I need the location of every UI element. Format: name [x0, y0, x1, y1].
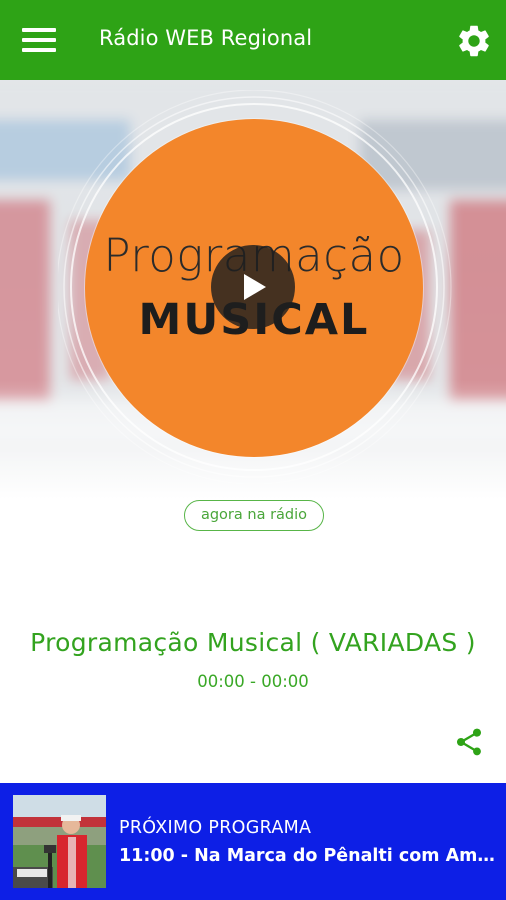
gear-icon[interactable]	[455, 22, 493, 60]
next-program-text: 11:00 - Na Marca do Pênalti com Amad...	[119, 846, 506, 866]
play-icon	[244, 274, 266, 300]
app-bar: Rádio WEB Regional	[0, 0, 506, 80]
play-button[interactable]	[211, 245, 295, 329]
program-title: Programação Musical ( VARIADAS )	[30, 628, 476, 657]
next-program-thumbnail	[13, 795, 106, 888]
next-program-label: PRÓXIMO PROGRAMA	[119, 818, 312, 838]
app-title: Rádio WEB Regional	[99, 26, 313, 50]
share-icon[interactable]	[453, 726, 485, 758]
program-time: 00:00 - 00:00	[197, 672, 309, 691]
now-playing-badge: agora na rádio	[184, 500, 324, 531]
next-program-bar[interactable]: PRÓXIMO PROGRAMA 11:00 - Na Marca do Pên…	[0, 783, 506, 900]
menu-icon[interactable]	[22, 28, 56, 52]
